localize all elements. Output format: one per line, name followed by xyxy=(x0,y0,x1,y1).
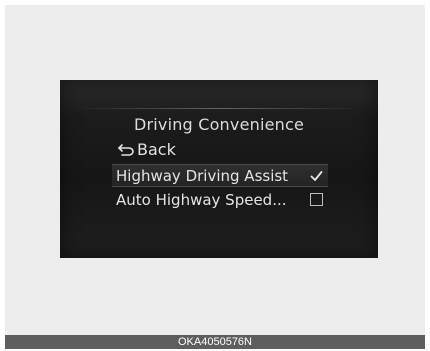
back-arrow-icon xyxy=(118,143,134,156)
back-label: Back xyxy=(137,140,176,159)
header-divider xyxy=(76,108,362,109)
menu-item-highway-driving-assist[interactable]: Highway Driving Assist xyxy=(112,164,328,187)
display-screen: Driving Convenience Back Highway Driving… xyxy=(60,80,378,258)
menu-item-label: Highway Driving Assist xyxy=(116,166,289,185)
empty-checkbox-icon[interactable] xyxy=(310,193,323,206)
menu-item-auto-highway-speed[interactable]: Auto Highway Speed... xyxy=(112,188,328,211)
checkmark-icon[interactable] xyxy=(310,169,323,182)
back-button[interactable]: Back xyxy=(118,140,176,159)
menu-item-label: Auto Highway Speed... xyxy=(116,190,287,209)
menu-title: Driving Convenience xyxy=(133,115,305,134)
figure-caption: OKA4050576N xyxy=(5,335,425,349)
